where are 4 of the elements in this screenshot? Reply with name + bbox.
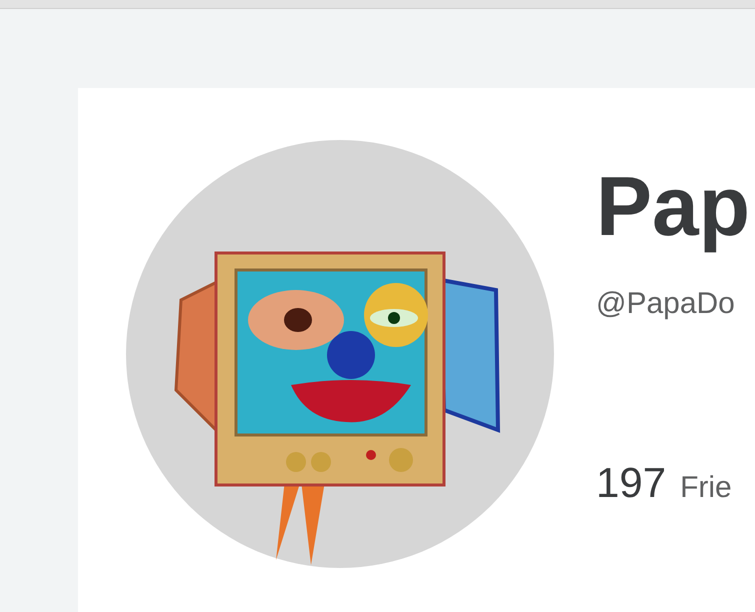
friends-count: 197 (596, 462, 666, 504)
username: @PapaDo (596, 286, 736, 322)
friends-label: Frie (680, 472, 732, 503)
display-name: Pap (596, 158, 750, 255)
